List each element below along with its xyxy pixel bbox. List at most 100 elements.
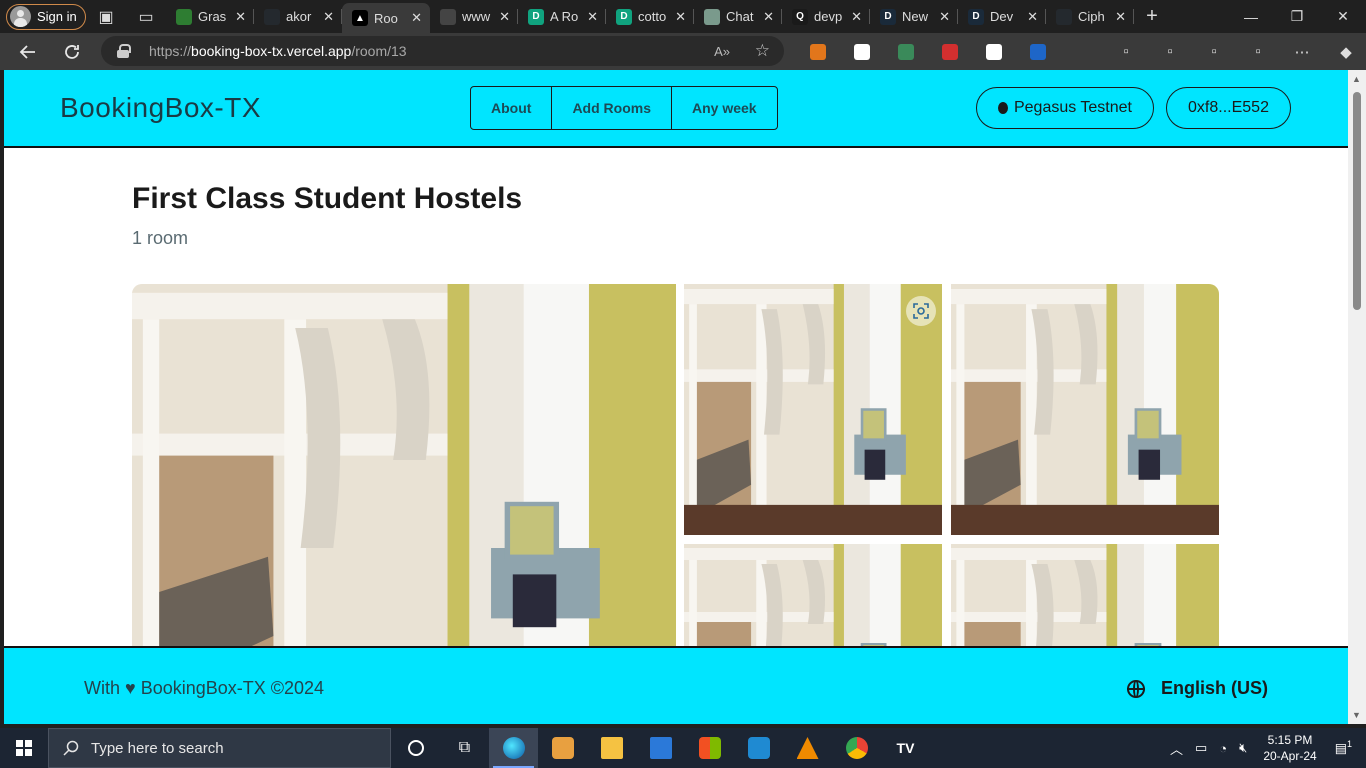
battery-icon[interactable]: ▭ xyxy=(1189,740,1213,756)
taskbar-search-box[interactable]: Type here to search xyxy=(48,728,391,768)
browser-tab[interactable]: D A Ro ✕ xyxy=(518,0,606,33)
start-button[interactable] xyxy=(0,728,48,768)
search-placeholder: Type here to search xyxy=(91,739,224,757)
workspaces-icon[interactable]: ▣ xyxy=(86,0,126,33)
gallery-photo-2[interactable] xyxy=(684,284,942,535)
notifications-icon[interactable]: ▤1 xyxy=(1327,739,1366,756)
tab-title: Ciph xyxy=(1078,9,1105,24)
scrollbar-thumb[interactable] xyxy=(1353,92,1361,310)
copilot-icon[interactable]: ◆ xyxy=(1324,33,1366,70)
vlc-icon[interactable] xyxy=(783,728,832,768)
tradingview-icon[interactable]: TV xyxy=(881,728,930,768)
profile-signin-button[interactable]: Sign in xyxy=(6,3,86,30)
puzzle-extensions-icon[interactable] xyxy=(1060,33,1104,70)
more-menu-icon[interactable]: ⋯ xyxy=(1280,33,1324,70)
volume-icon[interactable]: 🔇︎ xyxy=(1233,740,1253,756)
scroll-up-arrow-icon[interactable]: ▲ xyxy=(1352,74,1361,84)
tab-close-icon[interactable]: ✕ xyxy=(411,10,422,26)
refresh-icon xyxy=(65,44,79,59)
clock[interactable]: 5:15 PM 20-Apr-24 xyxy=(1253,732,1326,764)
back-button[interactable] xyxy=(6,33,50,70)
tab-favicon-icon xyxy=(704,8,720,25)
tab-close-icon[interactable]: ✕ xyxy=(763,9,774,25)
nav-about-button[interactable]: About xyxy=(471,87,553,129)
visual-search-icon[interactable] xyxy=(906,296,936,326)
tab-favicon-icon: D xyxy=(968,8,984,25)
extension-icon[interactable] xyxy=(972,33,1016,70)
browser-tab[interactable]: Ciph ✕ xyxy=(1046,0,1134,33)
favorite-star-icon[interactable]: ☆ xyxy=(755,41,770,61)
cortana-icon[interactable] xyxy=(391,728,440,768)
address-bar[interactable]: https://booking-box-tx.vercel.app/room/1… xyxy=(101,36,784,66)
browser-tab[interactable]: www ✕ xyxy=(430,0,518,33)
show-hidden-icons-icon[interactable]: ︿ xyxy=(1164,739,1189,758)
wifi-icon[interactable]: ◔ xyxy=(1213,741,1233,756)
tab-close-icon[interactable]: ✕ xyxy=(1115,9,1126,25)
mail-icon[interactable] xyxy=(636,728,685,768)
network-label: Pegasus Testnet xyxy=(1013,99,1132,116)
vscode-icon[interactable] xyxy=(734,728,783,768)
tab-favicon-icon: D xyxy=(880,8,896,25)
tab-close-icon[interactable]: ✕ xyxy=(235,9,246,25)
task-view-icon[interactable]: ⧉ xyxy=(440,728,489,768)
nav-button-group: About Add Rooms Any week xyxy=(470,86,778,130)
media-player-icon[interactable] xyxy=(538,728,587,768)
split-screen-icon[interactable]: ▫ xyxy=(1104,33,1148,70)
favorites-icon[interactable]: ▫ xyxy=(1148,33,1192,70)
page-scrollbar[interactable]: ▲ ▼ xyxy=(1348,70,1366,724)
tab-favicon-icon: ▲ xyxy=(352,10,368,26)
system-tray: ︿ ▭ ◔ 🔇︎ 5:15 PM 20-Apr-24 ▤1 xyxy=(1164,728,1366,768)
tab-close-icon[interactable]: ✕ xyxy=(499,9,510,25)
chrome-icon[interactable] xyxy=(832,728,881,768)
lock-extension-icon[interactable] xyxy=(928,33,972,70)
footer-credit: With ♥ BookingBox-TX ©2024 xyxy=(84,678,325,698)
performance-icon[interactable]: ▫ xyxy=(1236,33,1280,70)
metamask-icon[interactable] xyxy=(796,33,840,70)
browser-tab[interactable]: Gras ✕ xyxy=(166,0,254,33)
instapaper-icon[interactable] xyxy=(840,33,884,70)
language-selector[interactable]: English (US) xyxy=(1127,678,1268,699)
browser-tab[interactable]: akor ✕ xyxy=(254,0,342,33)
gallery-photo-3[interactable] xyxy=(951,284,1219,535)
refresh-button[interactable] xyxy=(50,33,94,70)
collections-icon[interactable]: ▫ xyxy=(1192,33,1236,70)
tab-actions-icon[interactable]: ▭ xyxy=(126,0,166,33)
nav-any-week-button[interactable]: Any week xyxy=(672,87,777,129)
tab-close-icon[interactable]: ✕ xyxy=(323,9,334,25)
browser-tab[interactable]: Chat ✕ xyxy=(694,0,782,33)
restore-button[interactable]: ❐ xyxy=(1274,0,1320,33)
tab-close-icon[interactable]: ✕ xyxy=(1027,9,1038,25)
tab-favicon-icon: D xyxy=(616,8,632,25)
notification-count: 1 xyxy=(1346,739,1352,750)
tab-close-icon[interactable]: ✕ xyxy=(939,9,950,25)
browser-tab[interactable]: D New ✕ xyxy=(870,0,958,33)
nav-add-rooms-button[interactable]: Add Rooms xyxy=(552,87,672,129)
tab-title: Roo xyxy=(374,10,398,26)
read-aloud-icon[interactable]: A» xyxy=(714,44,730,59)
scroll-down-arrow-icon[interactable]: ▼ xyxy=(1352,710,1361,720)
browser-tab[interactable]: ▲ Roo ✕ xyxy=(342,3,430,33)
search-icon xyxy=(63,740,79,756)
globe-icon xyxy=(1127,679,1145,698)
minimize-button[interactable]: — xyxy=(1228,0,1274,33)
vpn-extension-icon[interactable] xyxy=(1016,33,1060,70)
lock-icon[interactable] xyxy=(117,44,131,58)
browser-tab[interactable]: Dcotto ✕ xyxy=(606,0,694,33)
extension-icon[interactable] xyxy=(884,33,928,70)
new-tab-button[interactable]: + xyxy=(1134,0,1170,33)
tab-close-icon[interactable]: ✕ xyxy=(851,9,862,25)
wallet-account-button[interactable]: 0xf8...E552 xyxy=(1166,87,1291,129)
tab-close-icon[interactable]: ✕ xyxy=(587,9,598,25)
close-window-button[interactable]: ✕ xyxy=(1320,0,1366,33)
signin-label: Sign in xyxy=(37,9,77,24)
listing-title: First Class Student Hostels xyxy=(132,182,523,215)
edge-taskbar-icon[interactable] xyxy=(489,728,538,768)
browser-tab[interactable]: D Dev ✕ xyxy=(958,0,1046,33)
tab-close-icon[interactable]: ✕ xyxy=(675,9,686,25)
brand-logo[interactable]: BookingBox-TX xyxy=(60,92,261,124)
browser-tab[interactable]: Qdevp ✕ xyxy=(782,0,870,33)
network-button[interactable]: Pegasus Testnet xyxy=(976,87,1154,129)
file-explorer-icon[interactable] xyxy=(587,728,636,768)
store-icon[interactable] xyxy=(685,728,734,768)
tab-favicon-icon: Q xyxy=(792,8,808,25)
